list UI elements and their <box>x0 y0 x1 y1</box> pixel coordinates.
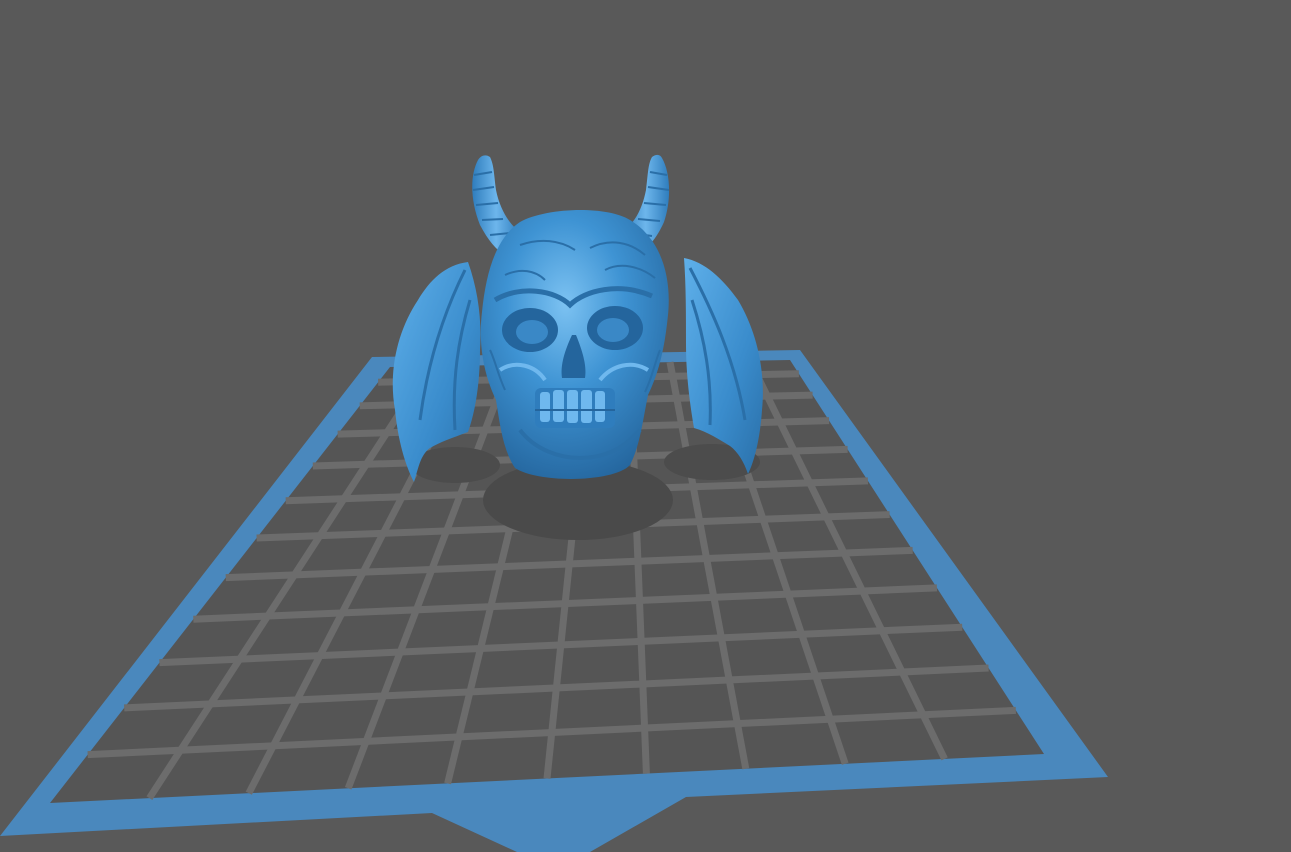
right-eye-inner <box>597 318 629 342</box>
teeth <box>535 388 615 428</box>
left-eye-inner <box>516 320 548 344</box>
3d-viewport[interactable] <box>0 0 1291 852</box>
scene-canvas[interactable] <box>0 0 1291 852</box>
demon-skull-model[interactable] <box>392 154 763 482</box>
